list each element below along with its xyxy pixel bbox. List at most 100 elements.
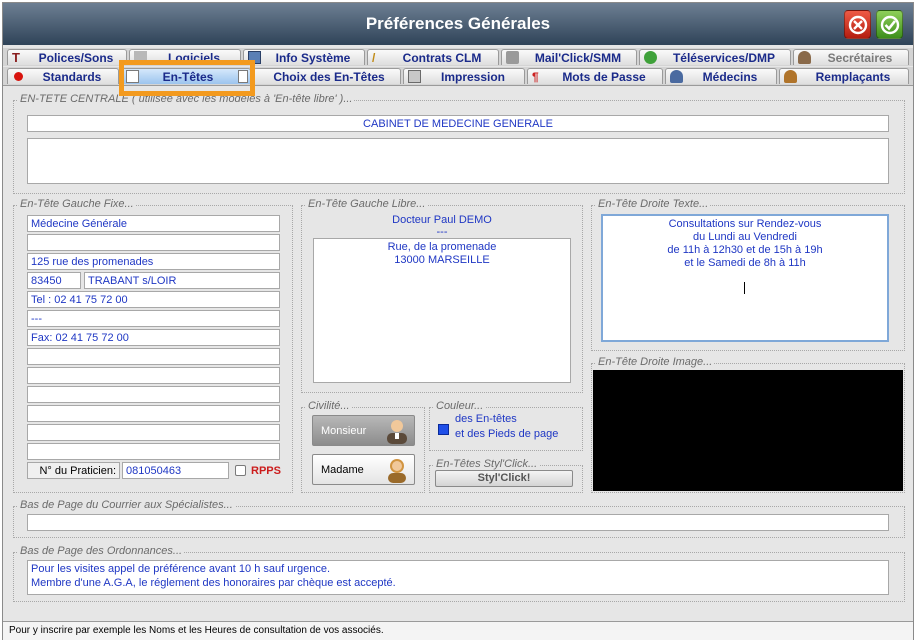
entete-centrale-line1[interactable]: CABINET DE MEDECINE GENERALE <box>27 115 889 132</box>
couleur-line1: des En-têtes <box>455 413 517 425</box>
status-text: Pour y inscrire par exemple les Noms et … <box>9 625 384 636</box>
tab-label: Info Système <box>275 51 351 65</box>
ok-icon <box>880 15 900 35</box>
tab-label: Polices/Sons <box>38 51 114 65</box>
replacement-icon <box>784 70 797 83</box>
tab-label: Médecins <box>702 70 758 84</box>
tab-standards[interactable]: Standards <box>7 68 119 84</box>
fixe-line-5[interactable]: Tel : 02 41 75 72 00 <box>27 291 280 308</box>
red-dot-icon <box>14 72 23 81</box>
tab-choix-en-tetes[interactable]: Choix des En-Têtes <box>253 68 401 84</box>
libre-address-line2: 13000 MARSEILLE <box>394 254 490 266</box>
madame-label: Madame <box>321 464 364 476</box>
male-avatar-icon <box>387 420 407 444</box>
postal-code-field[interactable]: 83450 <box>27 272 81 289</box>
tab-label: Secrétaires <box>827 51 893 65</box>
key-icon: ¶ <box>532 70 539 84</box>
mail-icon <box>506 51 519 64</box>
fixe-line-14[interactable] <box>27 443 280 460</box>
praticien-number-field[interactable]: 081050463 <box>122 462 229 479</box>
legend-entete-centrale: EN-TETE CENTRALE <box>20 93 129 105</box>
legend-bas-ordonnances: Bas de Page des Ordonnances... <box>18 545 185 557</box>
tab-medecins[interactable]: Médecins <box>665 68 777 84</box>
ordonnance-line1: Pour les visites appel de préférence ava… <box>31 563 331 575</box>
monsieur-label: Monsieur <box>321 425 367 437</box>
droite-texte-line1: Consultations sur Rendez-vous <box>668 218 822 230</box>
fixe-line-13[interactable] <box>27 424 280 441</box>
fixe-line-3[interactable]: 125 rue des promenades <box>27 253 280 270</box>
female-avatar-icon <box>388 459 406 483</box>
city-field[interactable]: TRABANT s/LOIR <box>84 272 280 289</box>
text-cursor <box>744 282 745 294</box>
entete-centrale-line2[interactable] <box>27 138 889 184</box>
legend-gauche-libre: En-Tête Gauche Libre... <box>306 198 428 210</box>
fixe-line-7b[interactable]: --- <box>27 310 280 327</box>
ordonnance-line2: Membre d'une A.G.A, le réglement des hon… <box>31 577 396 589</box>
fixe-line-9[interactable] <box>27 348 280 365</box>
user-icon <box>798 51 811 64</box>
droite-texte-area[interactable]: Consultations sur Rendez-vous du Lundi a… <box>601 214 889 342</box>
color-swatch[interactable] <box>438 424 449 435</box>
printer-icon <box>408 70 421 83</box>
network-icon <box>644 51 657 64</box>
text-icon: T <box>12 50 20 65</box>
tab-label: Mots de Passe <box>562 70 646 84</box>
legend-bas-specialistes: Bas de Page du Courrier aux Spécialistes… <box>18 499 235 511</box>
droite-texte-line2: du Lundi au Vendredi <box>693 231 797 243</box>
bas-ordonnances-field[interactable]: Pour les visites appel de préférence ava… <box>27 560 889 595</box>
legend-droite-texte: En-Tête Droite Texte... <box>596 198 711 210</box>
status-bar: Pour y inscrire par exemple les Noms et … <box>3 621 913 640</box>
libre-address-area[interactable]: Rue, de la promenade 13000 MARSEILLE <box>313 238 571 383</box>
stylclick-label: Styl'Click! <box>477 472 531 484</box>
tab-mailclick[interactable]: Mail'Click/SMM <box>501 49 637 65</box>
tab-highlight-frame <box>119 60 255 96</box>
fixe-line-12[interactable] <box>27 405 280 422</box>
droite-texte-line4: et le Samedi de 8h à 11h <box>684 257 806 269</box>
praticien-label-text: N° du Praticien: <box>39 465 116 477</box>
tab-label: Remplaçants <box>815 70 891 84</box>
tab-info-systeme[interactable]: Info Système <box>243 49 365 65</box>
cancel-button[interactable] <box>844 10 871 39</box>
tab-label: Standards <box>42 70 102 84</box>
libre-separator: --- <box>436 226 448 238</box>
ok-button[interactable] <box>876 10 903 39</box>
tab-mots-de-passe[interactable]: ¶ Mots de Passe <box>527 68 663 84</box>
tab-secretaires[interactable]: Secrétaires <box>793 49 909 65</box>
libre-address-line1: Rue, de la promenade <box>387 241 497 253</box>
madame-button[interactable]: Madame <box>312 454 415 485</box>
pencil-icon: / <box>372 51 376 65</box>
tab-label: Contrats CLM <box>402 51 482 65</box>
legend-civilite: Civilité... <box>306 400 352 412</box>
tab-remplacants[interactable]: Remplaçants <box>779 68 909 84</box>
fixe-line-8[interactable]: Fax: 02 41 75 72 00 <box>27 329 280 346</box>
stylclick-button[interactable]: Styl'Click! <box>435 470 573 487</box>
legend-stylclick: En-Têtes Styl'Click... <box>434 458 540 470</box>
monsieur-button[interactable]: Monsieur <box>312 415 415 446</box>
fixe-line-10[interactable] <box>27 367 280 384</box>
tab-impression[interactable]: Impression <box>403 68 525 84</box>
bas-specialistes-field[interactable] <box>27 514 889 531</box>
rpps-checkbox[interactable] <box>235 465 246 476</box>
tab-teleservices[interactable]: Téléservices/DMP <box>639 49 791 65</box>
libre-name: Docteur Paul DEMO <box>392 214 492 226</box>
cancel-icon <box>848 15 868 35</box>
tab-label: Impression <box>440 70 506 84</box>
droite-image-well[interactable] <box>593 370 903 491</box>
preferences-window: Préférences Générales T Polices/Sons Log… <box>2 2 914 640</box>
legend-droite-image: En-Tête Droite Image... <box>596 356 715 368</box>
fixe-line-11[interactable] <box>27 386 280 403</box>
title-bar: Préférences Générales <box>3 3 913 45</box>
legend-gauche-fixe: En-Tête Gauche Fixe... <box>18 198 136 210</box>
praticien-label: N° du Praticien: <box>27 462 120 479</box>
droite-texte-line3: de 11h à 12h30 et de 15h à 19h <box>667 244 823 256</box>
fixe-line-1[interactable]: Médecine Générale <box>27 215 280 232</box>
tab-label: Téléservices/DMP <box>672 51 776 65</box>
fixe-line-2[interactable] <box>27 234 280 251</box>
rpps-label: RPPS <box>251 465 281 477</box>
tab-label: Mail'Click/SMM <box>534 51 622 65</box>
tab-polices-sons[interactable]: T Polices/Sons <box>7 49 127 65</box>
couleur-line2: et des Pieds de page <box>455 428 559 440</box>
doctor-icon <box>670 70 683 83</box>
window-title: Préférences Générales <box>365 14 551 33</box>
tab-contrats-clm[interactable]: / Contrats CLM <box>367 49 499 65</box>
